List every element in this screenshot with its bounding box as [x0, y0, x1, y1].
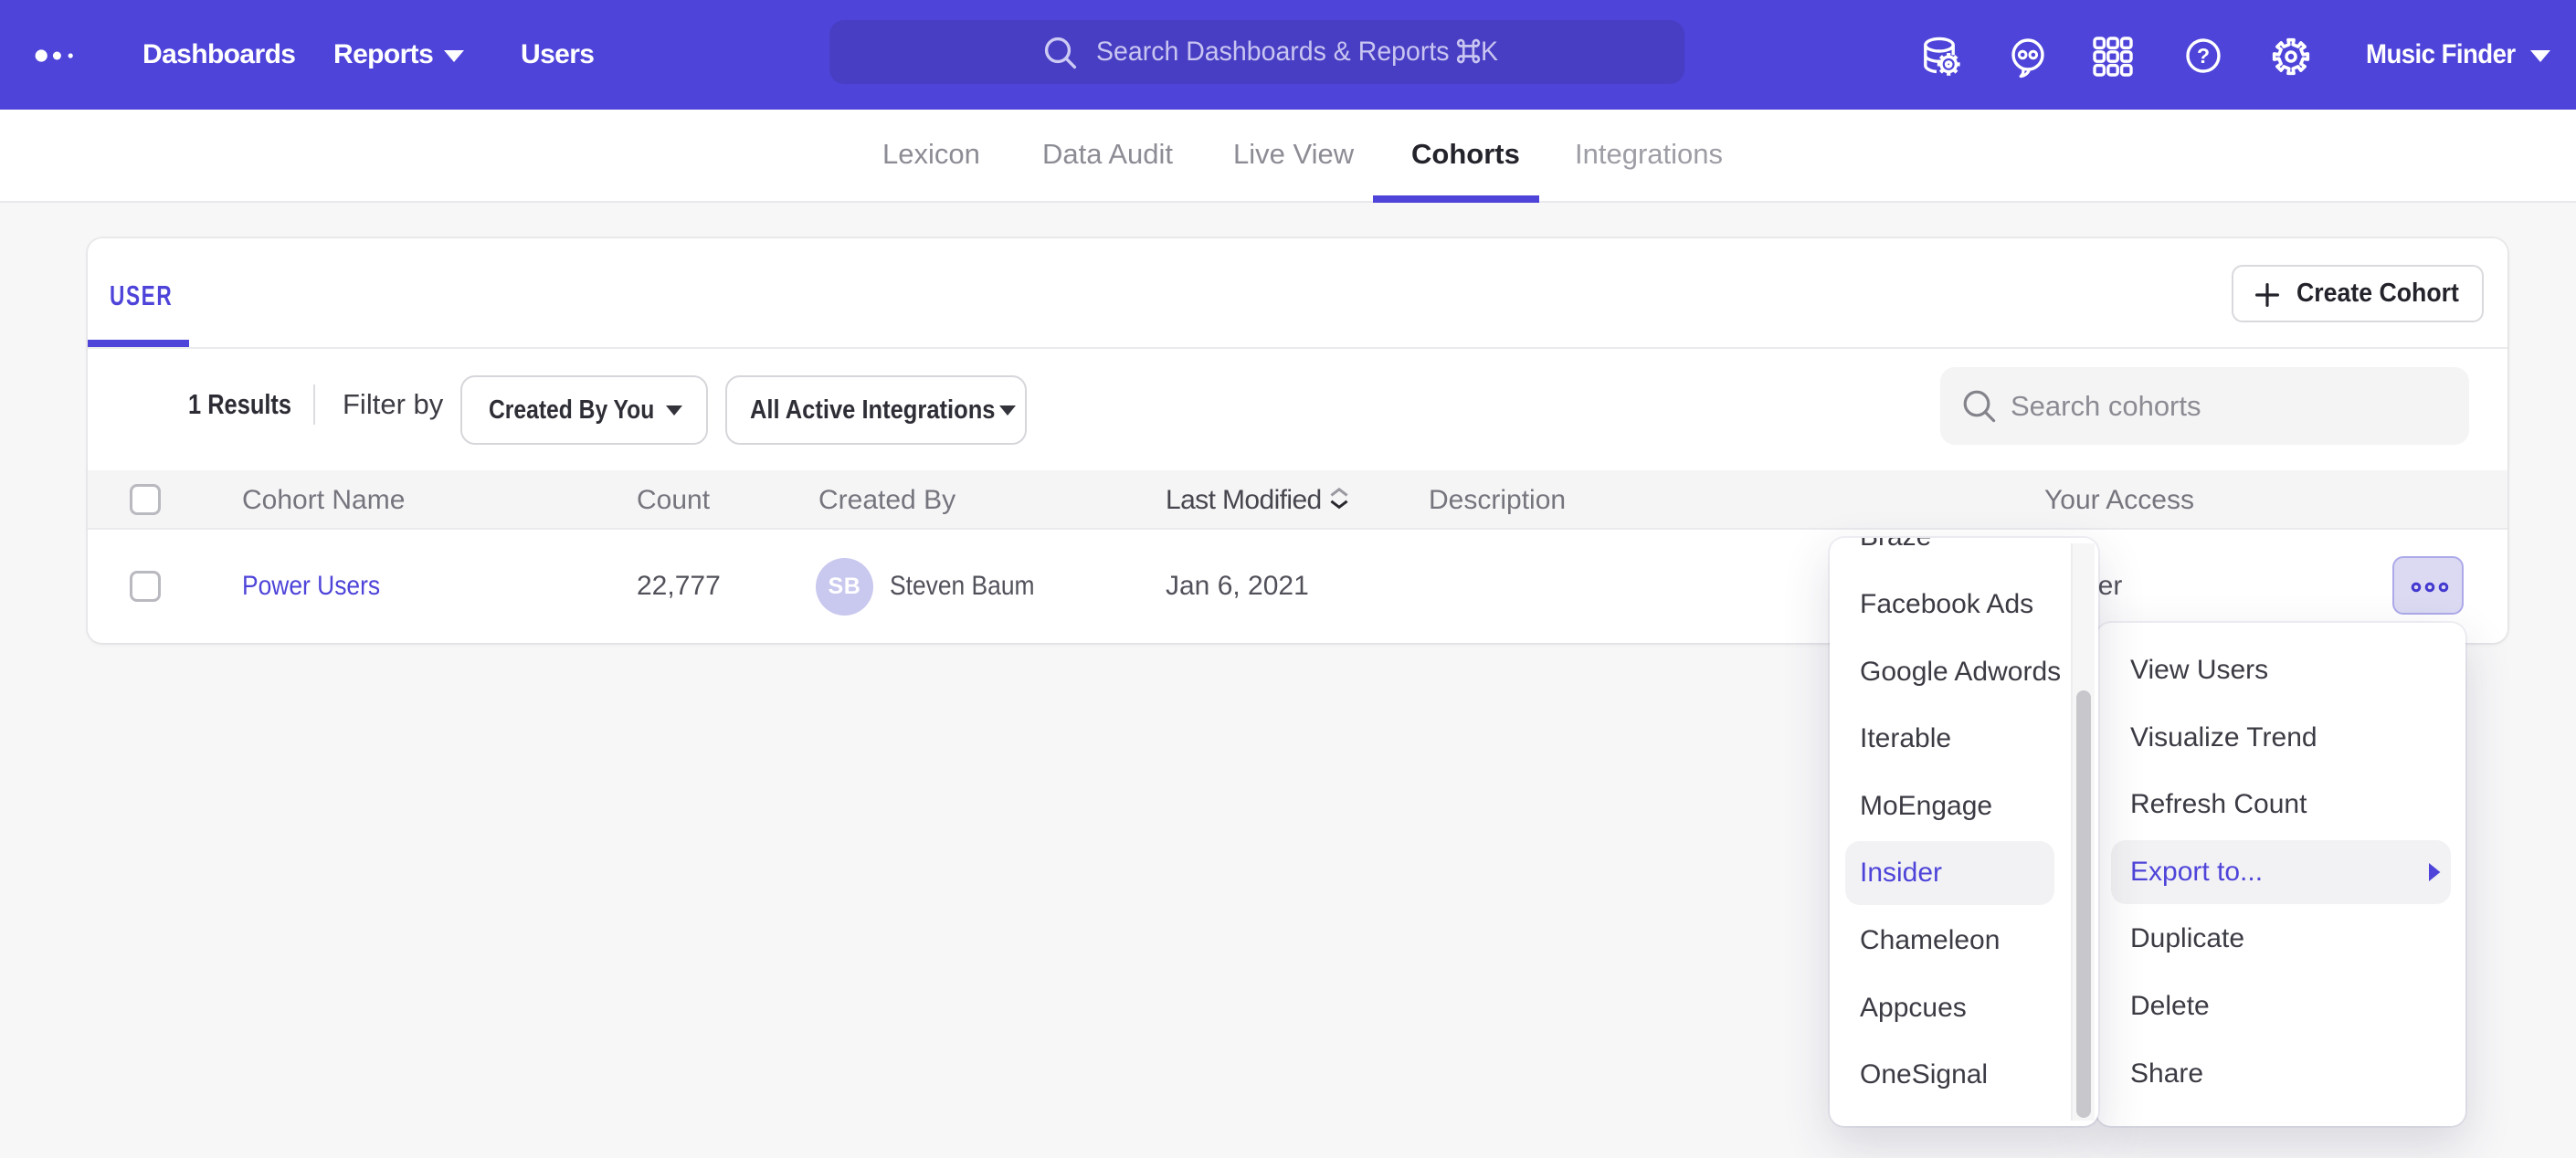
svg-text:?: ?: [2197, 44, 2210, 68]
